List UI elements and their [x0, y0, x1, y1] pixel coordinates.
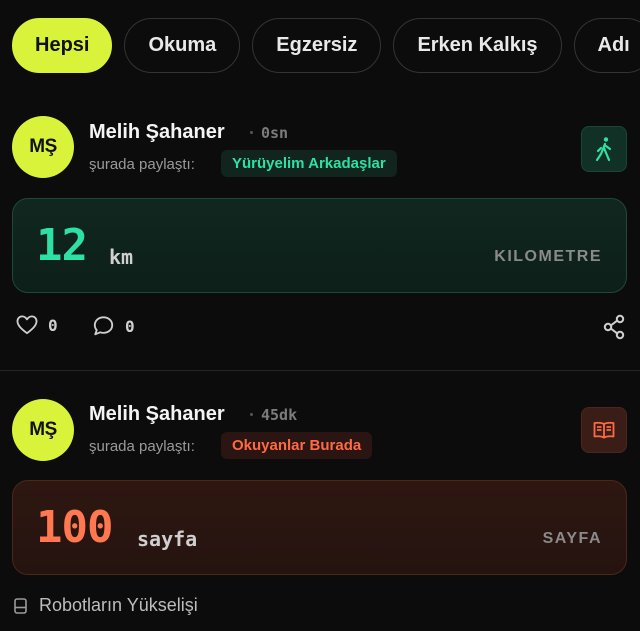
metric-label: SAYFA	[542, 530, 602, 547]
feed-post: MŞ Melih Şahaner 45dk şurada paylaştı: O…	[0, 0, 640, 631]
book-icon	[581, 407, 627, 453]
book-small-icon	[14, 597, 27, 614]
separator-dot	[250, 413, 253, 416]
shared-in-label: şurada paylaştı:	[89, 438, 195, 455]
user-name[interactable]: Melih Şahaner	[89, 403, 225, 426]
metric-unit: sayfa	[137, 527, 198, 551]
metric-card: 100 sayfa SAYFA	[12, 480, 627, 575]
metric-value: 100	[36, 502, 113, 553]
avatar[interactable]: MŞ	[12, 399, 74, 461]
post-time: 45dk	[261, 406, 298, 424]
book-title: Robotların Yükselişi	[39, 595, 198, 615]
book-reference[interactable]: Robotların Yükselişi	[14, 595, 198, 616]
group-tag[interactable]: Okuyanlar Burada	[221, 432, 373, 459]
